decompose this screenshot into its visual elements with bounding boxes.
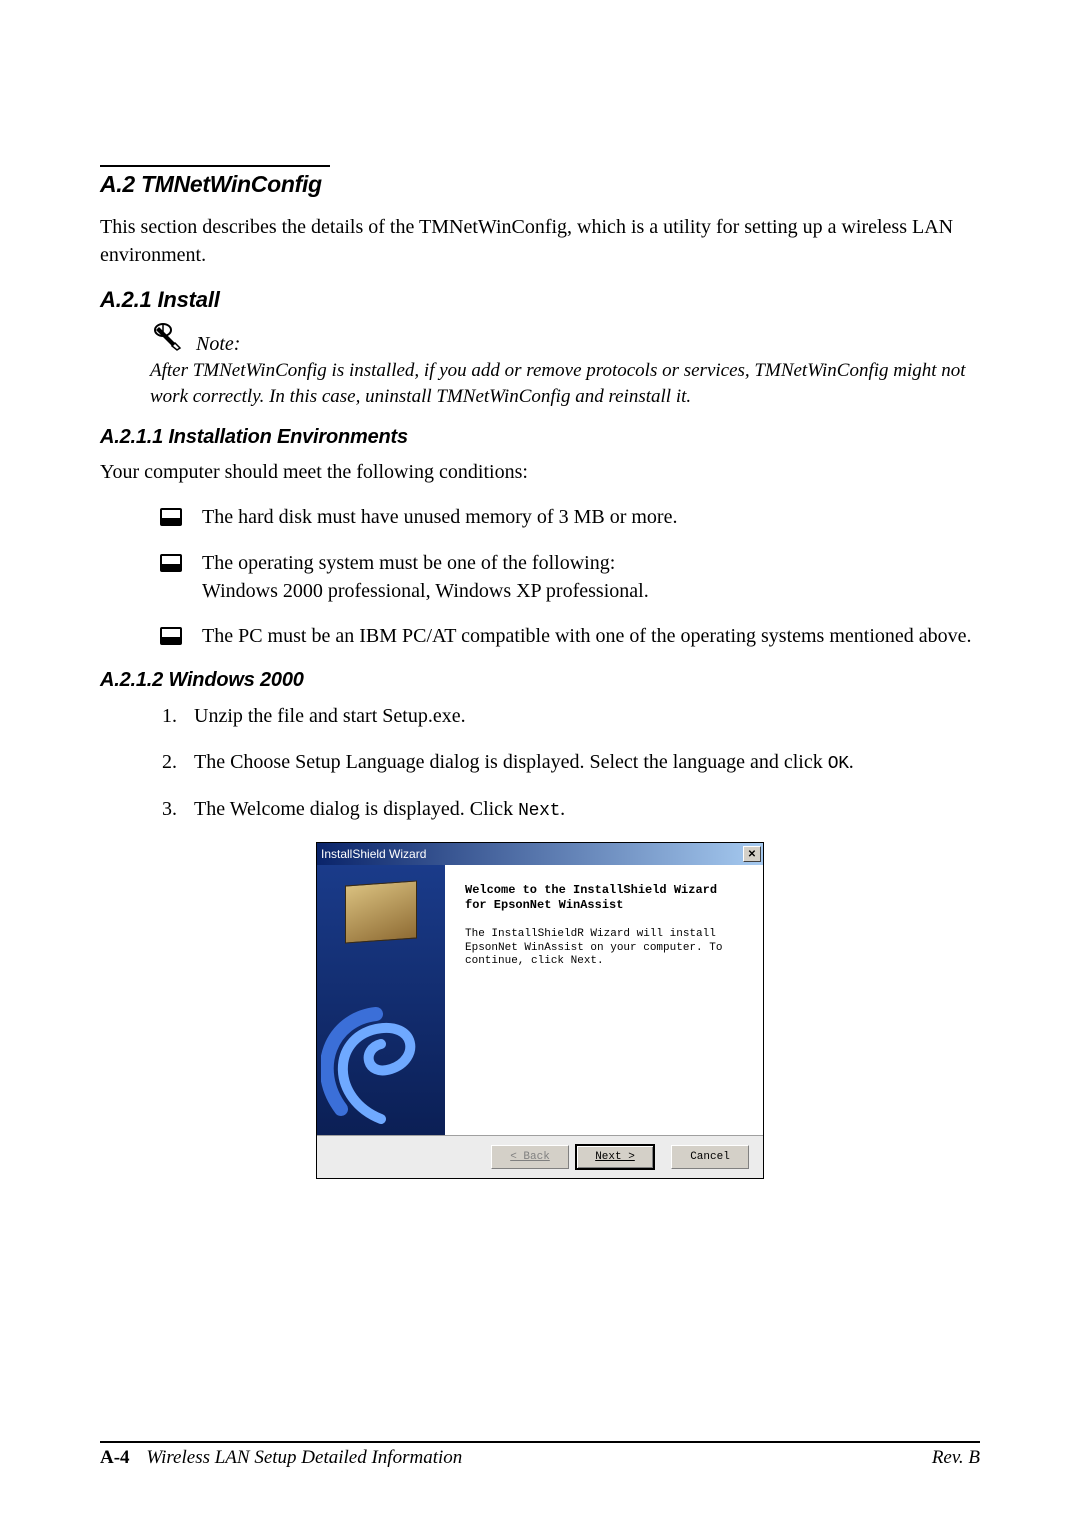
title-bar: InstallShield Wizard ✕ — [317, 843, 763, 865]
footer-title: Wireless LAN Setup Detailed Information — [146, 1447, 462, 1468]
section-heading-a212: A.2.1.2 Windows 2000 — [100, 669, 980, 692]
list-item: The Choose Setup Language dialog is disp… — [182, 748, 980, 777]
environment-list: The hard disk must have unused memory of… — [160, 504, 980, 650]
list-item: The hard disk must have unused memory of… — [160, 504, 980, 532]
wizard-side-graphic — [317, 865, 445, 1135]
revision-label: Rev. B — [932, 1447, 980, 1469]
next-button[interactable]: Next > — [575, 1144, 655, 1170]
list-item: The PC must be an IBM PC/AT compatible w… — [160, 623, 980, 651]
note-label: Note: — [196, 333, 240, 356]
page-footer: A-4 Wireless LAN Setup Detailed Informat… — [100, 1441, 980, 1469]
note-icon — [150, 321, 186, 356]
section-heading-a211: A.2.1.1 Installation Environments — [100, 426, 980, 449]
steps-list: Unzip the file and start Setup.exe. The … — [100, 702, 980, 824]
back-button: < Back — [491, 1145, 569, 1169]
cancel-button[interactable]: Cancel — [671, 1145, 749, 1169]
section-heading-a21: A.2.1 Install — [100, 287, 980, 313]
list-item: The Welcome dialog is displayed. Click N… — [182, 795, 980, 824]
installshield-dialog: InstallShield Wizard ✕ Welcome to the In… — [316, 842, 764, 1179]
list-item: Unzip the file and start Setup.exe. — [182, 702, 980, 730]
close-icon[interactable]: ✕ — [743, 846, 761, 862]
wizard-button-row: < Back Next > Cancel — [317, 1135, 763, 1178]
list-item: The operating system must be one of the … — [160, 550, 980, 605]
dialog-title: InstallShield Wizard — [321, 847, 426, 861]
wizard-body-text: The InstallShieldR Wizard will install E… — [465, 928, 743, 969]
note-text: After TMNetWinConfig is installed, if yo… — [150, 358, 980, 410]
page-number: A-4 — [100, 1447, 130, 1468]
section-heading-a2: A.2 TMNetWinConfig — [100, 171, 980, 198]
env-lead: Your computer should meet the following … — [100, 459, 980, 487]
intro-paragraph: This section describes the details of th… — [100, 214, 980, 269]
wizard-heading: Welcome to the InstallShield Wizard for … — [465, 883, 743, 912]
